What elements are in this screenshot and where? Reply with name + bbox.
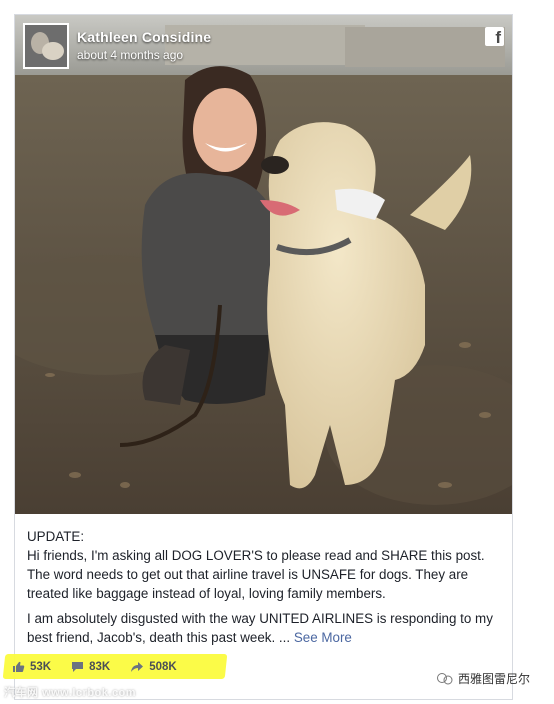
post-paragraph-text: I am absolutely disgusted with the way U…: [27, 611, 493, 645]
share-arrow-icon: [131, 662, 144, 672]
post-body: UPDATE: Hi friends, I'm asking all DOG L…: [27, 527, 507, 653]
wechat-icon: [437, 672, 453, 684]
comment-count: 83K: [89, 661, 111, 673]
author-name[interactable]: Kathleen Considine: [77, 29, 211, 45]
post-timestamp[interactable]: about 4 months ago: [77, 48, 183, 62]
share-count-button[interactable]: 508K: [130, 661, 177, 673]
reaction-bar: 53K 83K 508K: [12, 658, 197, 676]
thumbs-up-icon: [13, 661, 25, 672]
facebook-logo-icon[interactable]: f: [485, 27, 504, 46]
watermark-right-text: 西雅图雷尼尔: [458, 672, 531, 686]
facebook-post-card: Kathleen Considine about 4 months ago f …: [14, 14, 513, 700]
see-more-link[interactable]: See More: [294, 630, 352, 645]
post-paragraph: UPDATE: Hi friends, I'm asking all DOG L…: [27, 529, 485, 601]
share-count: 508K: [149, 661, 177, 673]
like-count: 53K: [30, 661, 52, 673]
like-count-button[interactable]: 53K: [12, 661, 51, 673]
post-paragraph: I am absolutely disgusted with the way U…: [27, 609, 507, 647]
post-photo[interactable]: Kathleen Considine about 4 months ago f: [15, 15, 512, 514]
post-header: Kathleen Considine about 4 months ago f: [23, 23, 504, 69]
comment-count-button[interactable]: 83K: [71, 661, 110, 673]
avatar[interactable]: [23, 23, 69, 69]
comment-icon: [72, 662, 84, 672]
watermark-right: 西雅图雷尼尔: [436, 670, 530, 687]
watermark-left: 汽车网 www.lcrbok.com: [4, 687, 137, 699]
photo-illustration: [15, 15, 512, 514]
